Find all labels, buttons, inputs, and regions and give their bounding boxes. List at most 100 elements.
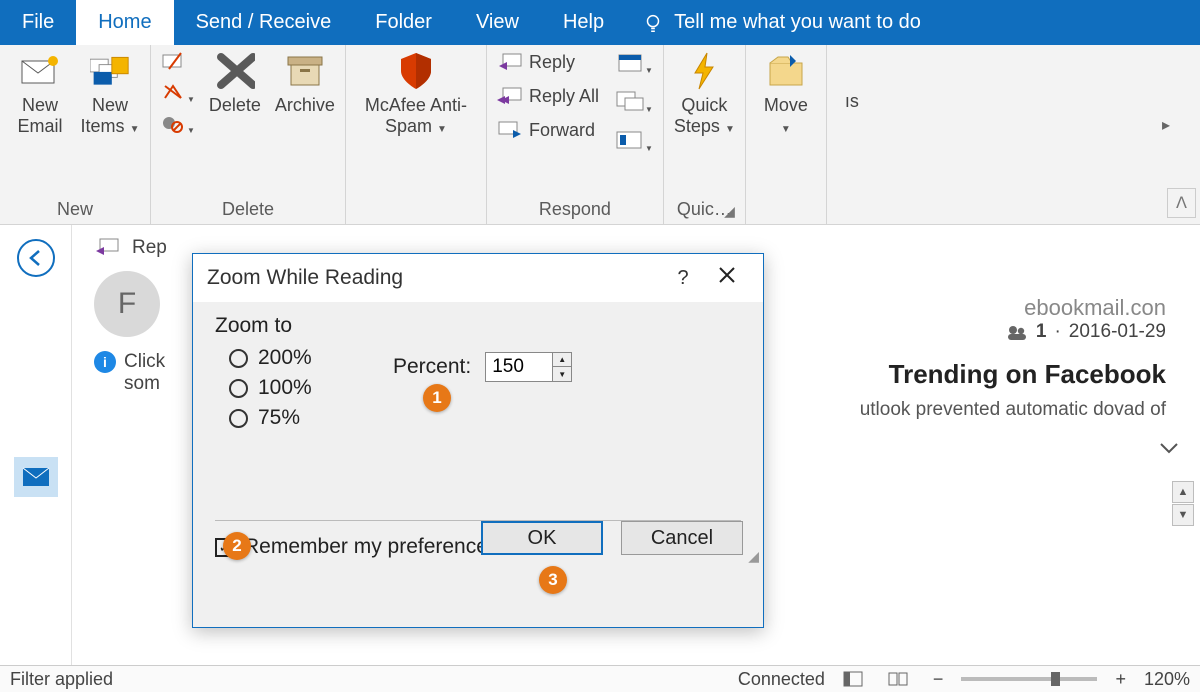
- tags-stub-button[interactable]: ıs: [837, 51, 867, 112]
- help-button[interactable]: ?: [661, 267, 705, 290]
- group-quick-steps: Quick Steps ▼ Quic…◢: [664, 45, 746, 224]
- forward-label: Forward: [529, 120, 595, 141]
- tab-folder[interactable]: Folder: [353, 0, 454, 45]
- dialog-title-text: Zoom While Reading: [207, 266, 403, 290]
- radio-75-label: 75%: [258, 406, 300, 430]
- delete-button[interactable]: Delete: [205, 51, 265, 116]
- tags-stub-label: ıs: [845, 51, 859, 112]
- tell-me-search[interactable]: Tell me what you want to do: [626, 0, 921, 45]
- percent-input[interactable]: [486, 353, 552, 381]
- group-new-label: New: [10, 197, 140, 222]
- group-mcafee: McAfee Anti- Spam ▼: [346, 45, 487, 224]
- ribbon-collapse-icon[interactable]: ᐱ: [1167, 188, 1196, 218]
- zoom-out-button[interactable]: −: [927, 669, 950, 690]
- zoom-slider-thumb[interactable]: [1051, 672, 1060, 686]
- view-normal-icon[interactable]: [837, 671, 869, 687]
- tab-view[interactable]: View: [454, 0, 541, 45]
- zoom-dialog: Zoom While Reading ? Zoom to 200% 100% 7…: [192, 253, 764, 628]
- dialog-launcher-icon[interactable]: ◢: [724, 203, 735, 220]
- arrow-left-icon: [25, 247, 47, 269]
- ribbon-scroll-right-icon[interactable]: ▸: [1162, 115, 1170, 135]
- expand-header-icon[interactable]: [1158, 441, 1180, 460]
- spin-up-icon[interactable]: ▲: [553, 353, 571, 367]
- radio-icon: [229, 409, 248, 428]
- reply-all-label: Reply All: [529, 86, 599, 107]
- status-bar: Filter applied Connected − + 120%: [0, 665, 1200, 692]
- new-items-label: New Items ▼: [81, 95, 140, 136]
- zoom-to-label: Zoom to: [215, 314, 741, 338]
- reply-button[interactable]: Reply: [497, 51, 599, 73]
- close-icon: [718, 266, 736, 284]
- meeting-icon[interactable]: ▼: [615, 51, 653, 78]
- new-email-label: New Email: [17, 95, 62, 136]
- vertical-scrollbar[interactable]: ▲ ▼: [1172, 481, 1194, 526]
- close-button[interactable]: [705, 266, 749, 290]
- radio-75[interactable]: 75%: [229, 406, 741, 430]
- move-button[interactable]: Move▼: [756, 51, 816, 136]
- message-header-right: ebookmail.con 1 · 2016-01-29: [1006, 295, 1166, 343]
- scroll-down-icon[interactable]: ▼: [1172, 504, 1194, 526]
- archive-label: Archive: [275, 95, 335, 116]
- group-mcafee-label: [356, 197, 476, 222]
- new-items-icon: [90, 51, 130, 91]
- dialog-titlebar[interactable]: Zoom While Reading ?: [193, 254, 763, 302]
- scroll-up-icon[interactable]: ▲: [1172, 481, 1194, 503]
- group-delete: ▼ ▼ Delete Archive Delete: [151, 45, 346, 224]
- resize-grip-icon[interactable]: ◢: [748, 548, 759, 565]
- tab-home[interactable]: Home: [76, 0, 173, 45]
- spin-down-icon[interactable]: ▼: [553, 367, 571, 381]
- radio-100-label: 100%: [258, 376, 312, 400]
- ignore-icon[interactable]: [161, 51, 195, 76]
- filter-status[interactable]: Filter applied: [10, 669, 113, 690]
- ribbon-tabs: File Home Send / Receive Folder View Hel…: [0, 0, 1200, 45]
- reply-label: Reply: [529, 52, 575, 73]
- blocked-content-warning: utlook prevented automatic dovad of: [860, 399, 1166, 421]
- cleanup-icon[interactable]: ▼: [161, 82, 195, 107]
- new-email-icon: [20, 51, 60, 91]
- mcafee-label: McAfee Anti- Spam ▼: [365, 95, 467, 136]
- archive-icon: [285, 51, 325, 91]
- tab-file[interactable]: File: [0, 0, 76, 45]
- recipient-count: 1: [1036, 321, 1047, 343]
- more-respond-icon[interactable]: ▼: [615, 129, 653, 156]
- envelope-icon: [22, 467, 50, 487]
- mail-nav-button[interactable]: [14, 457, 58, 497]
- zoom-slider[interactable]: [961, 677, 1097, 681]
- ok-button[interactable]: OK: [481, 521, 603, 555]
- tab-send-receive[interactable]: Send / Receive: [174, 0, 354, 45]
- new-items-button[interactable]: New Items ▼: [80, 51, 140, 136]
- group-move-label: [756, 197, 816, 222]
- connection-status[interactable]: Connected: [738, 669, 825, 690]
- view-reading-icon[interactable]: [881, 671, 915, 687]
- junk-icon[interactable]: ▼: [161, 113, 195, 138]
- avatar: F: [94, 271, 160, 337]
- folder-nav: [0, 225, 72, 665]
- callout-3: 3: [539, 566, 567, 594]
- archive-button[interactable]: Archive: [275, 51, 335, 116]
- group-respond: Reply Reply All Forward ▼ ▼ ▼ Respond: [487, 45, 664, 224]
- group-delete-label: Delete: [161, 197, 335, 222]
- forward-icon: [497, 119, 523, 141]
- message-date: 2016-01-29: [1069, 321, 1166, 343]
- percent-spinner[interactable]: ▲ ▼: [485, 352, 572, 382]
- quick-steps-button[interactable]: Quick Steps ▼: [674, 51, 735, 136]
- im-icon[interactable]: ▼: [615, 90, 653, 117]
- info-icon: i: [94, 351, 116, 373]
- tab-help[interactable]: Help: [541, 0, 626, 45]
- zoom-percent[interactable]: 120%: [1144, 669, 1190, 690]
- group-move: Move▼: [746, 45, 827, 224]
- radio-icon: [229, 349, 248, 368]
- lightning-icon: [684, 51, 724, 91]
- reply-icon-small[interactable]: [94, 237, 120, 259]
- forward-button[interactable]: Forward: [497, 119, 599, 141]
- reply-label-stub[interactable]: Rep: [132, 237, 167, 259]
- cancel-button[interactable]: Cancel: [621, 521, 743, 555]
- move-folder-icon: [766, 51, 806, 91]
- reply-all-button[interactable]: Reply All: [497, 85, 599, 107]
- recipients-icon: [1006, 323, 1028, 341]
- new-email-button[interactable]: New Email: [10, 51, 70, 136]
- zoom-in-button[interactable]: +: [1109, 669, 1132, 690]
- mcafee-button[interactable]: McAfee Anti- Spam ▼: [356, 51, 476, 136]
- back-button[interactable]: [17, 239, 55, 277]
- shield-icon: [396, 51, 436, 91]
